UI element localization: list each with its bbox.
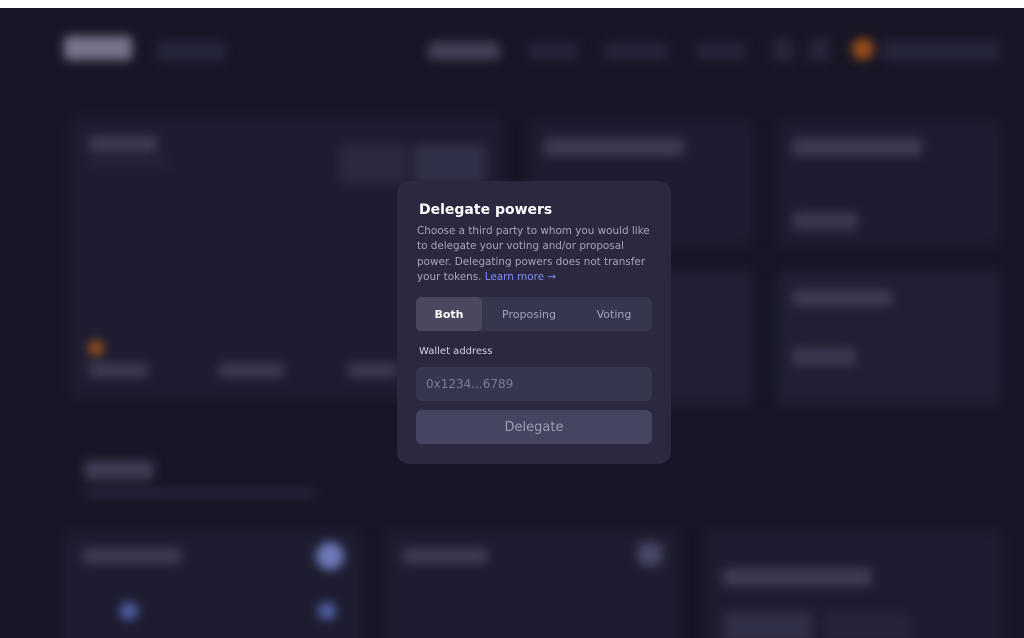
learn-more-link[interactable]: Learn more → <box>485 271 556 283</box>
delegate-button[interactable]: Delegate <box>416 410 652 444</box>
delegation-type-segmented-control: Both Proposing Voting <box>416 297 652 331</box>
delegate-powers-modal: Delegate powers Choose a third party to … <box>397 181 671 464</box>
modal-description: Choose a third party to whom you would l… <box>417 224 653 285</box>
tab-both[interactable]: Both <box>416 297 482 331</box>
modal-title: Delegate powers <box>419 202 553 218</box>
tab-voting[interactable]: Voting <box>576 297 652 331</box>
wallet-address-label: Wallet address <box>419 346 493 357</box>
wallet-address-input[interactable] <box>416 367 652 401</box>
tab-proposing[interactable]: Proposing <box>482 297 576 331</box>
